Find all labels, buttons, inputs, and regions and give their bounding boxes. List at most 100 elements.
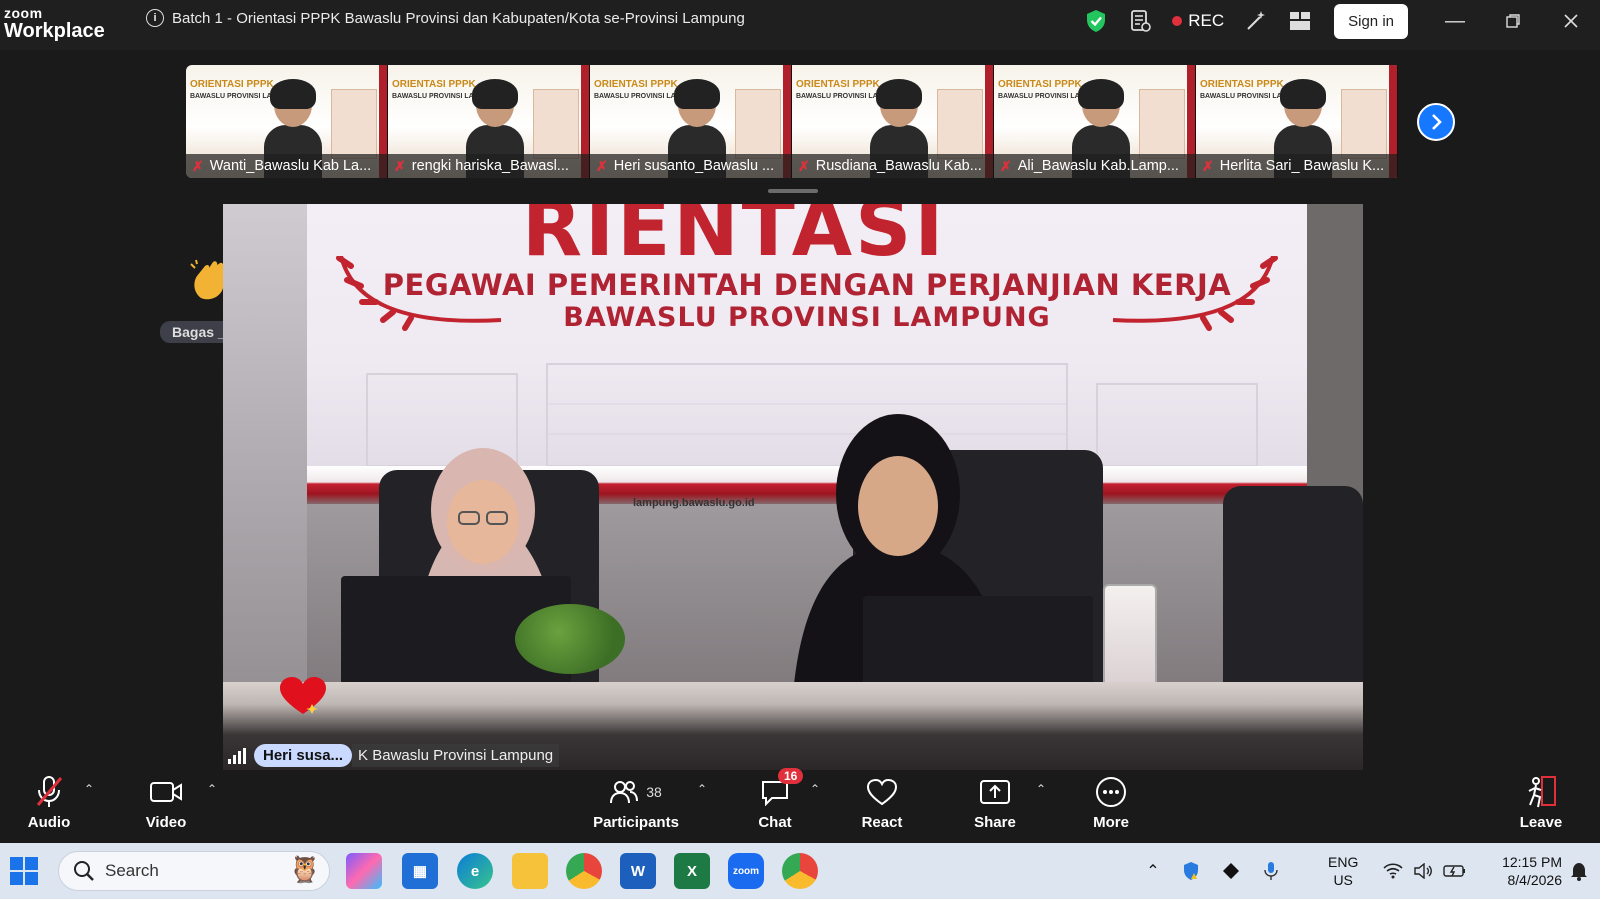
thumbnail-name-label: ✗ Heri susanto_Bawaslu ... bbox=[590, 154, 791, 178]
thumbnail-name-label: ✗ Ali_Bawaslu Kab.Lamp... bbox=[994, 154, 1195, 178]
chrome-profile-2-icon[interactable] bbox=[782, 853, 818, 889]
thumbnail-banner-text: ORIENTASI PPPK bbox=[594, 79, 678, 90]
system-clock[interactable]: 12:15 PM 8/4/2026 bbox=[1482, 853, 1562, 889]
chat-button[interactable]: 16 Chat bbox=[730, 768, 820, 831]
rec-label: REC bbox=[1188, 11, 1225, 30]
meeting-title: i Batch 1 - Orientasi PPPK Bawaslu Provi… bbox=[146, 9, 745, 27]
next-page-button[interactable] bbox=[1417, 103, 1455, 141]
video-button[interactable]: Video bbox=[121, 774, 211, 831]
chair-far-right bbox=[1223, 486, 1363, 686]
audio-label: Audio bbox=[27, 814, 71, 831]
participant-thumbnail[interactable]: ORIENTASI PPPK BAWASLU PROVINSI LAMPUNG ✗ H… bbox=[590, 65, 792, 178]
video-options-caret-icon[interactable]: ⌃ bbox=[207, 782, 217, 796]
participant-thumbnail[interactable]: ORIENTASI PPPK BAWASLU PROVINSI LAMPUNG ✗ A… bbox=[994, 65, 1196, 178]
thumbnail-name-label: ✗ Wanti_Bawaslu Kab La... bbox=[186, 154, 387, 178]
microsoft-store-icon[interactable]: ▦ bbox=[402, 853, 438, 889]
participants-button[interactable]: 38 Participants bbox=[580, 774, 692, 831]
participants-count: 38 bbox=[646, 784, 662, 800]
sign-in-button[interactable]: Sign in bbox=[1334, 3, 1408, 39]
main-video[interactable]: RIENTASI PEGAWAI PEMERINTAH DENGAN PERJA… bbox=[223, 204, 1363, 770]
speaker-name-pill[interactable]: Heri susa... bbox=[254, 744, 353, 767]
thumbnail-poster bbox=[331, 89, 377, 159]
windows-start-icon[interactable] bbox=[10, 857, 38, 885]
minimize-icon[interactable]: — bbox=[1426, 0, 1484, 42]
thumbnail-name-text: rengki hariska_Bawasl... bbox=[411, 158, 569, 174]
thumbnail-banner-text: ORIENTASI PPPK bbox=[190, 79, 274, 90]
clock-time: 12:15 PM bbox=[1502, 854, 1562, 870]
security-shield-tray-icon[interactable] bbox=[1176, 843, 1206, 899]
mic-muted-icon: ✗ bbox=[192, 157, 204, 174]
taskbar-search-box[interactable]: Search 🦉 bbox=[58, 851, 330, 891]
copilot-icon[interactable] bbox=[346, 853, 382, 889]
share-button[interactable]: Share bbox=[950, 774, 1040, 831]
chat-options-caret-icon[interactable]: ⌃ bbox=[810, 782, 820, 796]
mic-muted-icon: ✗ bbox=[394, 157, 406, 174]
title-bar: zoom Workplace i Batch 1 - Orientasi PPP… bbox=[0, 0, 1600, 50]
participant-thumbnail[interactable]: ORIENTASI PPPK BAWASLU PROVINSI LAMPUNG ✗ H… bbox=[1196, 65, 1398, 178]
screen-line-2: BAWASLU PROVINSI LAMPUNG bbox=[563, 302, 1051, 333]
recording-indicator[interactable]: REC bbox=[1162, 11, 1234, 31]
excel-icon[interactable]: X bbox=[674, 853, 710, 889]
diamond-app-tray-icon[interactable] bbox=[1216, 843, 1246, 899]
logo-zoom-text: zoom bbox=[4, 5, 43, 21]
strip-resize-handle[interactable] bbox=[768, 189, 818, 193]
leave-button[interactable]: Leave bbox=[1496, 774, 1586, 831]
chat-icon: 16 bbox=[760, 768, 804, 810]
ai-companion-icon[interactable] bbox=[1234, 1, 1278, 41]
thumbnail-banner-text: ORIENTASI PPPK bbox=[796, 79, 880, 90]
react-button[interactable]: React bbox=[837, 774, 927, 831]
participants-options-caret-icon[interactable]: ⌃ bbox=[697, 782, 707, 796]
restore-icon[interactable] bbox=[1484, 0, 1542, 42]
thumbnail-poster bbox=[735, 89, 781, 159]
zoom-window: zoom Workplace i Batch 1 - Orientasi PPP… bbox=[0, 0, 1600, 843]
mic-muted-icon: ✗ bbox=[798, 157, 810, 174]
search-placeholder: Search bbox=[105, 861, 159, 880]
language-code: ENG bbox=[1328, 854, 1359, 870]
share-screen-icon bbox=[979, 774, 1011, 810]
thumbnail-poster bbox=[937, 89, 983, 159]
water-bottle bbox=[1103, 584, 1157, 694]
show-hidden-icons-chevron-icon[interactable]: ⌃ bbox=[1138, 843, 1168, 899]
microphone-tray-icon[interactable] bbox=[1256, 843, 1286, 899]
chrome-profile-1-icon[interactable] bbox=[566, 853, 602, 889]
file-explorer-icon[interactable] bbox=[512, 853, 548, 889]
volume-icon[interactable] bbox=[1410, 843, 1436, 899]
mic-muted-icon: ✗ bbox=[596, 157, 608, 174]
audio-button[interactable]: Audio bbox=[4, 774, 94, 831]
edge-browser-icon[interactable]: e bbox=[457, 853, 493, 889]
clock-date: 8/4/2026 bbox=[1507, 872, 1563, 888]
wifi-icon[interactable] bbox=[1380, 843, 1406, 899]
word-icon[interactable]: W bbox=[620, 853, 656, 889]
encryption-shield-icon[interactable] bbox=[1074, 1, 1118, 41]
thumbnail-name-label: ✗ Rusdiana_Bawaslu Kab... bbox=[792, 154, 993, 178]
thumbnail-poster bbox=[533, 89, 579, 159]
close-icon[interactable] bbox=[1542, 0, 1600, 42]
meeting-notes-icon[interactable] bbox=[1118, 1, 1162, 41]
more-button[interactable]: More bbox=[1066, 774, 1156, 831]
battery-charging-icon[interactable] bbox=[1440, 843, 1470, 899]
recording-dot-icon bbox=[1172, 16, 1183, 26]
thumbnail-banner-text: ORIENTASI PPPK bbox=[392, 79, 476, 90]
audio-options-caret-icon[interactable]: ⌃ bbox=[84, 782, 94, 796]
heart-reaction-icon bbox=[280, 677, 326, 714]
language-indicator[interactable]: ENG US bbox=[1328, 853, 1358, 889]
meeting-title-text: Batch 1 - Orientasi PPPK Bawaslu Provins… bbox=[172, 9, 745, 27]
thumbnail-name-text: Heri susanto_Bawaslu ... bbox=[613, 158, 775, 174]
mic-muted-icon: ✗ bbox=[1202, 157, 1214, 174]
notifications-bell-icon[interactable] bbox=[1566, 843, 1592, 899]
react-label: React bbox=[861, 814, 903, 831]
meeting-controls: Audio ⌃ Video ⌃ 38 Participants ⌃ 16 Cha… bbox=[0, 768, 1600, 843]
website-text: lampung.bawaslu.go.id bbox=[633, 497, 755, 509]
participant-thumbnail[interactable]: ORIENTASI PPPK BAWASLU PROVINSI LAMPUNG ✗ W… bbox=[186, 65, 388, 178]
info-icon[interactable]: i bbox=[146, 9, 164, 27]
share-options-caret-icon[interactable]: ⌃ bbox=[1036, 782, 1046, 796]
search-highlight-owl-icon: 🦉 bbox=[288, 854, 321, 884]
view-layout-icon[interactable] bbox=[1278, 1, 1322, 41]
participant-thumbnail[interactable]: ORIENTASI PPPK BAWASLU PROVINSI LAMPUNG ✗ r… bbox=[388, 65, 590, 178]
participant-strip: ORIENTASI PPPK BAWASLU PROVINSI LAMPUNG ✗ W… bbox=[186, 65, 1400, 178]
laptop-right bbox=[863, 596, 1093, 688]
participant-thumbnail[interactable]: ORIENTASI PPPK BAWASLU PROVINSI LAMPUNG ✗ R… bbox=[792, 65, 994, 178]
zoom-app-icon[interactable]: zoom bbox=[728, 853, 764, 889]
thumbnail-name-text: Herlita Sari_ Bawaslu K... bbox=[1219, 158, 1385, 174]
heart-icon bbox=[866, 774, 898, 810]
